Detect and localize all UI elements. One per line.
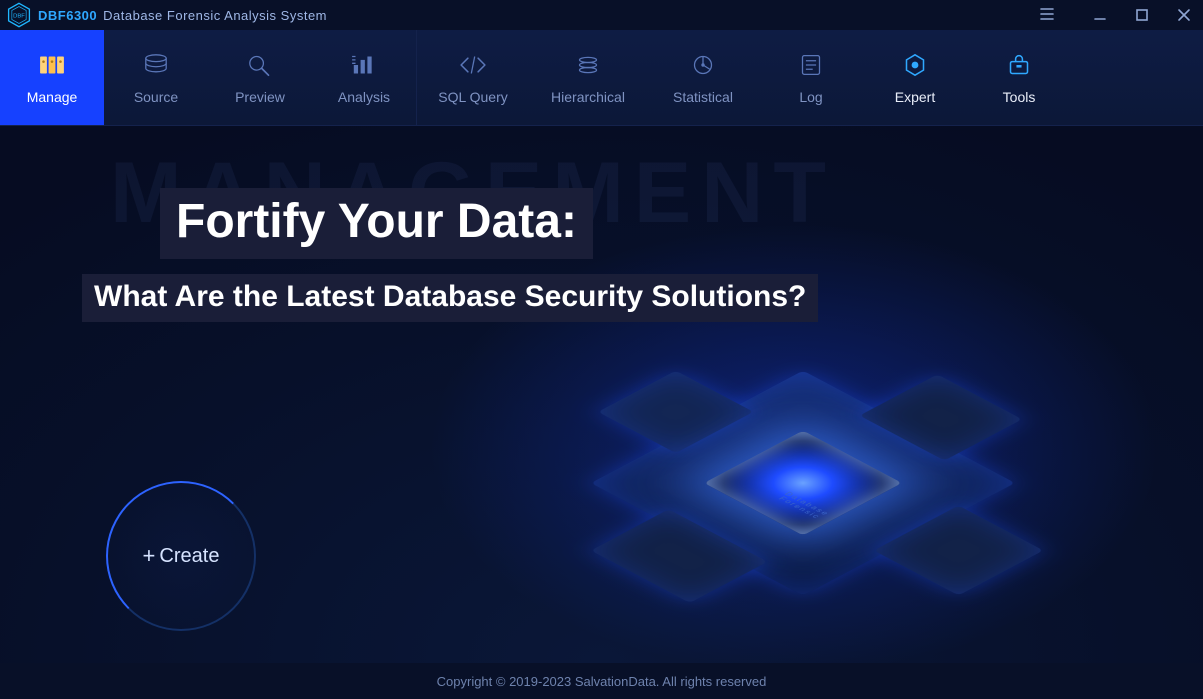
tab-preview[interactable]: Preview bbox=[208, 30, 312, 125]
tab-label: SQL Query bbox=[438, 89, 508, 105]
main-toolbar: Manage Source Preview Analysis bbox=[0, 30, 1203, 126]
tab-label: Analysis bbox=[338, 89, 390, 105]
maximize-button[interactable] bbox=[1133, 6, 1151, 24]
product-code: DBF6300 bbox=[38, 8, 97, 23]
main-panel: MANAGEMENT Fortify Your Data: What Are t… bbox=[0, 126, 1203, 663]
sql-icon bbox=[456, 51, 490, 79]
tab-label: Manage bbox=[27, 89, 78, 105]
hierarchical-icon bbox=[571, 51, 605, 79]
tab-sqlquery[interactable]: SQL Query bbox=[417, 30, 529, 125]
headline-primary: Fortify Your Data: bbox=[160, 188, 593, 259]
plus-icon: + bbox=[143, 545, 156, 567]
hero-illustration: Database Forensic bbox=[463, 293, 1143, 663]
close-button[interactable] bbox=[1175, 6, 1193, 24]
tab-hierarchical[interactable]: Hierarchical bbox=[529, 30, 647, 125]
tab-label: Log bbox=[799, 89, 822, 105]
window-title: DBF6300 Database Forensic Analysis System bbox=[38, 8, 327, 23]
toolbar-right-group: SQL Query Hierarchical Statistical Log E bbox=[417, 30, 1203, 125]
app-logo: DBF bbox=[6, 2, 32, 28]
footer: Copyright © 2019-2023 SalvationData. All… bbox=[0, 663, 1203, 699]
tab-label: Preview bbox=[235, 89, 285, 105]
tab-label: Statistical bbox=[673, 89, 733, 105]
minimize-button[interactable] bbox=[1091, 6, 1109, 24]
svg-text:DBF: DBF bbox=[13, 14, 25, 20]
menu-icon[interactable] bbox=[1039, 6, 1055, 25]
create-label: Create bbox=[159, 545, 219, 568]
window-controls bbox=[1091, 6, 1193, 24]
log-icon bbox=[794, 51, 828, 79]
titlebar: DBF DBF6300 Database Forensic Analysis Sy… bbox=[0, 0, 1203, 30]
manage-icon bbox=[35, 51, 69, 79]
tab-label: Tools bbox=[1003, 89, 1036, 105]
tab-label: Source bbox=[134, 89, 178, 105]
copyright-text: Copyright © 2019-2023 SalvationData. All… bbox=[437, 674, 767, 689]
statistical-icon bbox=[686, 51, 720, 79]
toolbar-left-group: Manage Source Preview Analysis bbox=[0, 30, 416, 125]
source-icon bbox=[139, 51, 173, 79]
tab-expert[interactable]: Expert bbox=[863, 30, 967, 125]
tab-tools[interactable]: Tools bbox=[967, 30, 1071, 125]
tab-manage[interactable]: Manage bbox=[0, 30, 104, 125]
tab-statistical[interactable]: Statistical bbox=[647, 30, 759, 125]
tools-icon bbox=[1002, 51, 1036, 79]
preview-icon bbox=[243, 51, 277, 79]
analysis-icon bbox=[347, 51, 381, 79]
product-name: Database Forensic Analysis System bbox=[103, 8, 327, 23]
tab-label: Expert bbox=[895, 89, 935, 105]
expert-icon bbox=[898, 51, 932, 79]
create-button[interactable]: +Create bbox=[106, 481, 256, 631]
tab-analysis[interactable]: Analysis bbox=[312, 30, 416, 125]
tab-label: Hierarchical bbox=[551, 89, 625, 105]
tab-log[interactable]: Log bbox=[759, 30, 863, 125]
tab-source[interactable]: Source bbox=[104, 30, 208, 125]
